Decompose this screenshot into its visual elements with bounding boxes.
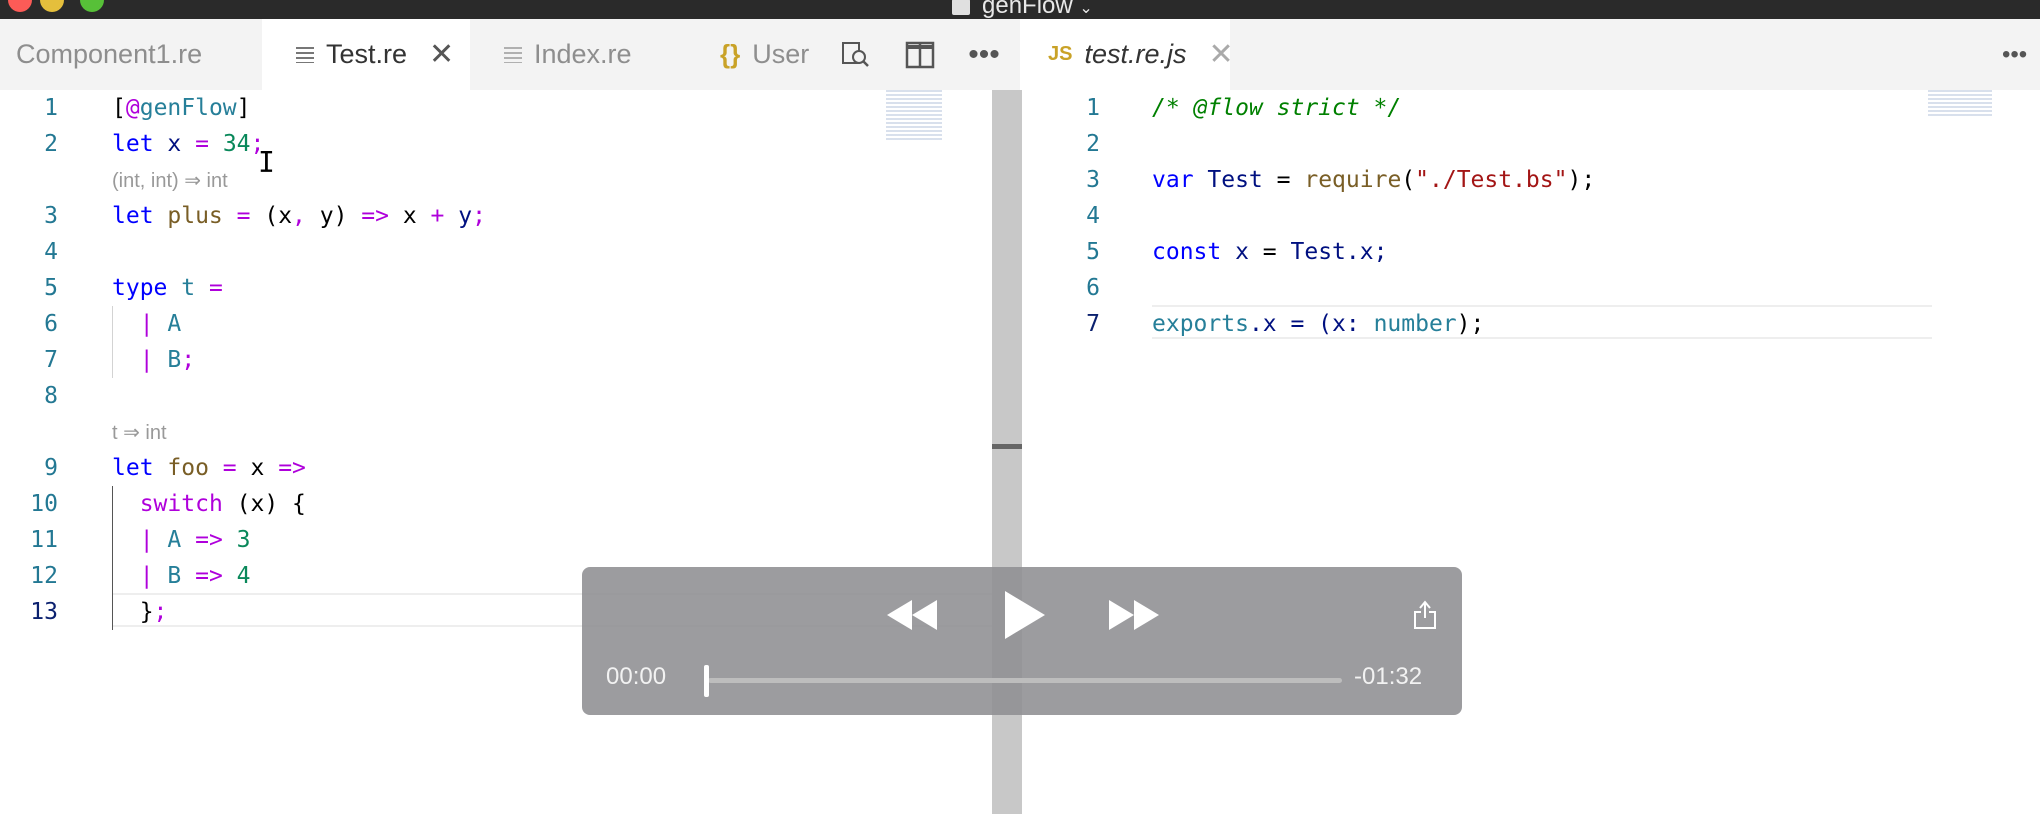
tab-user[interactable]: {} User (690, 19, 820, 90)
zoom-window-button[interactable] (80, 0, 104, 12)
play-icon[interactable] (994, 585, 1054, 645)
code-line[interactable]: exports.x = (x: number); (1152, 306, 1484, 342)
ellipsis-icon[interactable]: ••• (960, 19, 1008, 90)
tab-test-re-js[interactable]: JS test.re.js ✕ (1022, 19, 1234, 90)
search-in-files-icon[interactable] (832, 19, 880, 90)
code-line[interactable]: }; (112, 594, 168, 630)
code-line[interactable]: [@genFlow] (112, 90, 251, 126)
close-window-button[interactable] (8, 0, 32, 12)
chevron-down-icon[interactable]: ⌄ (1079, 0, 1092, 17)
ellipsis-icon[interactable]: ••• (2002, 19, 2040, 90)
line-number: 3 (44, 203, 58, 229)
tab-component1[interactable]: Component1.re (0, 19, 258, 90)
text-cursor-icon: Ι (258, 146, 275, 179)
progress-knob[interactable] (704, 665, 709, 697)
line-number: 10 (30, 491, 58, 517)
js-file-icon: JS (1048, 43, 1073, 65)
current-time: 00:00 (606, 663, 667, 690)
code-line[interactable]: let foo = x => (112, 450, 306, 486)
line-number: 13 (30, 599, 58, 625)
line-number: 12 (30, 563, 58, 589)
line-number: 8 (44, 383, 58, 409)
window-title: genFlow ⌄ (952, 0, 1093, 20)
right-tab-bar: JS test.re.js ✕ ••• (1022, 19, 2040, 90)
line-number: 7 (1086, 311, 1100, 337)
type-hint: (int, int) ⇒ int (112, 170, 228, 192)
code-line[interactable]: | B; (112, 342, 195, 378)
split-icon (905, 41, 935, 68)
indent-guide (112, 486, 113, 630)
type-hint: t ⇒ int (112, 422, 167, 444)
code-line[interactable]: | A => 3 (112, 522, 251, 558)
video-player-controls: 00:00 -01:32 (582, 567, 1462, 715)
file-lines-icon (504, 46, 522, 63)
line-number: 6 (44, 311, 58, 337)
line-number: 1 (1086, 95, 1100, 121)
tab-label: Index.re (534, 39, 632, 69)
code-line[interactable]: type t = (112, 270, 223, 306)
close-icon[interactable]: ✕ (429, 37, 454, 72)
minimize-window-button[interactable] (40, 0, 64, 12)
title-bar: genFlow ⌄ (0, 0, 2040, 19)
tab-index-re[interactable]: Index.re (470, 19, 690, 90)
line-number: 2 (1086, 131, 1100, 157)
line-number: 9 (44, 455, 58, 481)
code-line[interactable]: let x = 34; (112, 126, 264, 162)
document-icon (952, 0, 970, 15)
close-icon[interactable]: ✕ (1209, 37, 1234, 72)
split-editor-icon[interactable] (896, 19, 944, 90)
minimap[interactable] (1928, 90, 1992, 118)
tab-label: test.re.js (1084, 39, 1187, 69)
line-number: 7 (44, 347, 58, 373)
minimap[interactable] (886, 90, 942, 142)
line-number: 5 (44, 275, 58, 301)
line-number: 3 (1086, 167, 1100, 193)
line-number: 1 (44, 95, 58, 121)
remaining-time: -01:32 (1354, 663, 1423, 690)
code-line[interactable]: let plus = (x, y) => x + y; (112, 198, 486, 234)
code-line[interactable]: const x = Test.x; (1152, 234, 1387, 270)
line-number: 11 (30, 527, 58, 553)
fast-forward-icon[interactable] (1104, 585, 1164, 645)
json-braces-icon: {} (720, 39, 741, 69)
file-lines-icon (296, 46, 314, 63)
tab-label: User (752, 39, 810, 69)
tab-label: Component1.re (16, 39, 203, 69)
tab-test-re[interactable]: Test.re ✕ (262, 19, 470, 90)
search-icon (842, 41, 869, 67)
code-line[interactable]: | A (112, 306, 182, 342)
line-number: 5 (1086, 239, 1100, 265)
share-icon[interactable] (1410, 585, 1440, 645)
code-line[interactable]: switch (x) { (112, 486, 306, 522)
line-number: 2 (44, 131, 58, 157)
line-number: 4 (1086, 203, 1100, 229)
code-line[interactable]: var Test = require("./Test.bs"); (1152, 162, 1595, 198)
code-line[interactable]: /* @flow strict */ (1152, 90, 1401, 126)
window-title-text: genFlow (982, 0, 1073, 19)
scrollbar-thumb[interactable] (992, 444, 1022, 449)
line-number: 6 (1086, 275, 1100, 301)
line-number: 4 (44, 239, 58, 265)
code-line[interactable]: | B => 4 (112, 558, 251, 594)
rewind-icon[interactable] (882, 585, 942, 645)
progress-track[interactable] (708, 678, 1342, 683)
indent-guide (112, 306, 113, 378)
tab-label: Test.re (326, 39, 408, 69)
